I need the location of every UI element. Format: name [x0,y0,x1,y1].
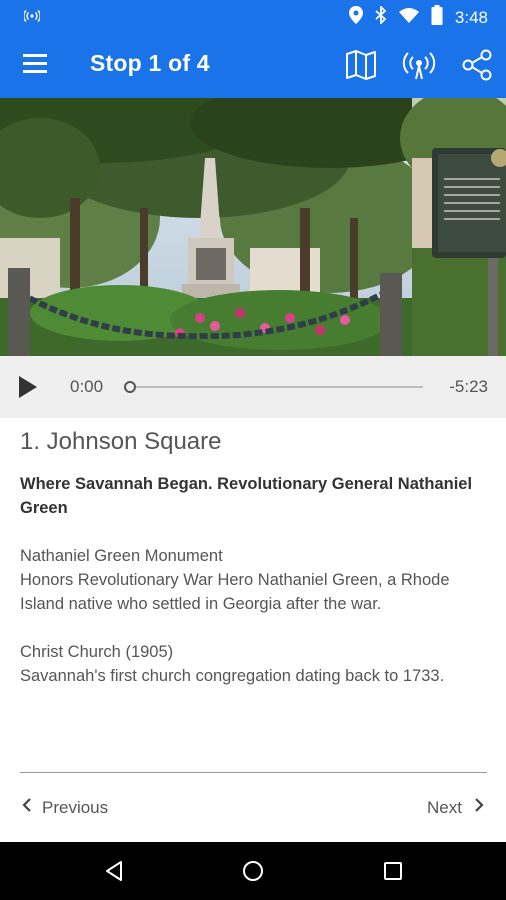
share-icon[interactable] [458,46,496,84]
chevron-right-icon [474,797,484,818]
seek-bar[interactable] [128,386,423,388]
play-icon[interactable] [18,375,40,399]
battery-icon [431,5,443,30]
remaining-time: -5:23 [449,377,488,396]
stop-content: 1. Johnson Square Where Savannah Began. … [20,428,490,712]
section-body: Honors Revolutionary War Hero Nathaniel … [20,571,450,613]
previous-button[interactable]: Previous [22,797,108,818]
location-icon [348,6,363,29]
clock: 3:48 [454,7,488,27]
previous-label: Previous [42,797,109,817]
seek-handle[interactable] [124,381,136,393]
wifi-icon [398,7,419,28]
chevron-left-icon [22,797,32,818]
recents-square-icon[interactable] [381,859,405,883]
page-title: Stop 1 of 4 [90,50,210,76]
stop-title: 1. Johnson Square [20,428,222,455]
broadcast-icon[interactable] [400,46,438,84]
status-bar: 3:48 [0,0,506,32]
section-monument: Nathaniel Green Monument Honors Revoluti… [20,544,490,616]
next-label: Next [427,797,462,817]
section-heading: Nathaniel Green Monument [20,547,223,565]
app-bar: Stop 1 of 4 [0,32,506,98]
map-icon[interactable] [342,46,380,84]
section-heading: Christ Church (1905) [20,643,174,661]
audio-player: 0:00 -5:23 [0,356,506,418]
section-church: Christ Church (1905) Savannah's first ch… [20,640,490,688]
divider [20,772,487,773]
stop-navigation: Previous Next [0,790,506,830]
system-navigation-bar [0,842,506,900]
stop-subtitle: Where Savannah Began. Revolutionary Gene… [20,475,473,517]
back-triangle-icon[interactable] [102,859,126,883]
home-circle-icon[interactable] [241,859,265,883]
wifi-signal-icon [23,8,41,27]
hero-image [0,98,506,356]
elapsed-time: 0:00 [70,377,104,396]
bluetooth-icon [375,4,387,29]
next-button[interactable]: Next [427,797,484,818]
menu-icon[interactable] [22,52,48,78]
section-body: Savannah's first church congregation dat… [20,667,445,685]
